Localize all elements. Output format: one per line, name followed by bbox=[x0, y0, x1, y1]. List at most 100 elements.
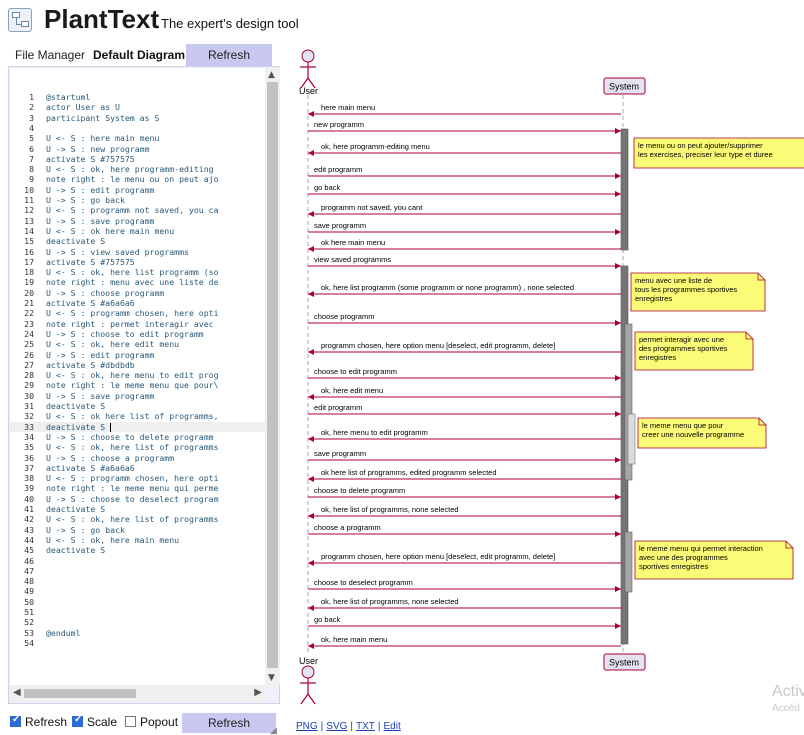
code-line[interactable]: 44 U <- S : ok, here main menu bbox=[10, 535, 265, 545]
line-number: 35 bbox=[24, 442, 34, 453]
scale-checkbox[interactable] bbox=[72, 714, 83, 727]
code-text: activate S #dbdbdb bbox=[46, 359, 135, 370]
code-line[interactable]: 9 note right : le menu ou on peut ajo bbox=[10, 174, 265, 184]
code-line[interactable]: 16 U -> S : view saved programms bbox=[10, 247, 265, 257]
line-number: 4 bbox=[29, 122, 34, 133]
tab-file-manager[interactable]: File Manager bbox=[8, 44, 92, 66]
code-line[interactable]: 15 deactivate S bbox=[10, 236, 265, 246]
arrowhead-icon bbox=[308, 291, 314, 297]
code-line[interactable]: 11 U -> S : go back bbox=[10, 195, 265, 205]
tab-default-diagram[interactable]: Default Diagram bbox=[92, 44, 186, 66]
code-line[interactable]: 40 U -> S : choose to deselect program bbox=[10, 494, 265, 504]
code-line[interactable]: 29 note right : le meme menu que pour\ bbox=[10, 380, 265, 390]
code-line[interactable]: 46 bbox=[10, 556, 265, 566]
code-line[interactable]: 13 U -> S : save programm bbox=[10, 216, 265, 226]
code-line[interactable]: 1 @startuml bbox=[10, 92, 265, 102]
scroll-right-icon[interactable]: ▶ bbox=[254, 687, 262, 698]
code-line[interactable]: 54 bbox=[10, 638, 265, 648]
code-line[interactable]: 43 U -> S : go back bbox=[10, 525, 265, 535]
code-line[interactable]: 5 U <- S : here main menu bbox=[10, 133, 265, 143]
code-line[interactable]: 26 U -> S : edit programm bbox=[10, 350, 265, 360]
code-line[interactable]: 3 participant System as S bbox=[10, 113, 265, 123]
code-line[interactable]: 42 U <- S : ok, here list of programms bbox=[10, 514, 265, 524]
code-line[interactable]: 30 U -> S : save programm bbox=[10, 391, 265, 401]
code-line[interactable]: 35 U <- S : ok, here list of programms bbox=[10, 442, 265, 452]
code-line[interactable]: 23 note right : permet interagir avec bbox=[10, 319, 265, 329]
code-line[interactable]: 24 U -> S : choose to edit programm bbox=[10, 329, 265, 339]
export-png-link[interactable]: PNG bbox=[296, 721, 318, 732]
code-text: U -> S : choose to edit programm bbox=[46, 328, 204, 339]
code-line[interactable]: 10 U -> S : edit programm bbox=[10, 185, 265, 195]
code-text: U -> S : new programm bbox=[46, 143, 150, 154]
line-number: 20 bbox=[24, 287, 34, 298]
code-line[interactable]: 37 activate S #a6a6a6 bbox=[10, 463, 265, 473]
edit-link[interactable]: Edit bbox=[384, 721, 401, 732]
code-line[interactable]: 27 activate S #dbdbdb bbox=[10, 360, 265, 370]
code-line[interactable]: 52 bbox=[10, 617, 265, 627]
refresh-button[interactable]: Refresh bbox=[182, 713, 276, 733]
code-line[interactable]: 31 deactivate S bbox=[10, 401, 265, 411]
export-svg-link[interactable]: SVG bbox=[326, 721, 347, 732]
arrowhead-icon bbox=[615, 191, 621, 197]
code-line[interactable]: 2 actor User as U bbox=[10, 102, 265, 112]
tab-refresh-button[interactable]: Refresh bbox=[186, 44, 272, 66]
diagram-preview: User User System System here main menu new pr… bbox=[292, 42, 804, 712]
code-line[interactable]: 19 note right : menu avec une liste de bbox=[10, 277, 265, 287]
line-number: 48 bbox=[24, 576, 34, 587]
code-text: U -> S : view saved programms bbox=[46, 246, 189, 257]
scroll-up-icon[interactable]: ▲ bbox=[268, 70, 275, 80]
code-line[interactable]: 48 bbox=[10, 576, 265, 586]
code-line[interactable]: 17 activate S #757575 bbox=[10, 257, 265, 267]
refresh-checkbox[interactable] bbox=[10, 714, 21, 727]
code-line[interactable]: 25 U <- S : ok, here edit menu bbox=[10, 339, 265, 349]
code-line[interactable]: 8 U <- S : ok, here programm-editing bbox=[10, 164, 265, 174]
code-line[interactable]: 21 activate S #a6a6a6 bbox=[10, 298, 265, 308]
code-line[interactable]: 14 U <- S : ok here main menu bbox=[10, 226, 265, 236]
actor-head-icon bbox=[301, 665, 315, 679]
code-line[interactable]: 50 bbox=[10, 597, 265, 607]
arrowhead-icon bbox=[615, 494, 621, 500]
arrowhead-icon bbox=[615, 457, 621, 463]
editor-vertical-scrollbar[interactable]: ▲ ▼ bbox=[265, 68, 280, 685]
arrowhead-icon bbox=[615, 128, 621, 134]
code-line[interactable]: 28 U <- S : ok, here menu to edit prog bbox=[10, 370, 265, 380]
code-line[interactable]: 41 deactivate S bbox=[10, 504, 265, 514]
arrowhead-icon bbox=[615, 411, 621, 417]
code-line[interactable]: 33 deactivate S bbox=[10, 421, 265, 432]
code-line[interactable]: 6 U -> S : new programm bbox=[10, 144, 265, 154]
code-text: U <- S : here main menu bbox=[46, 133, 160, 144]
scrollbar-thumb[interactable] bbox=[267, 82, 278, 668]
code-line[interactable]: 22 U <- S : programm chosen, here opti bbox=[10, 308, 265, 318]
code-line[interactable]: 45 deactivate S bbox=[10, 545, 265, 555]
code-line[interactable]: 49 bbox=[10, 586, 265, 596]
code-line[interactable]: 32 U <- S : ok here list of programms, bbox=[10, 411, 265, 421]
resize-grip-icon[interactable]: ◢ bbox=[270, 725, 277, 735]
app-tagline: The expert's design tool bbox=[161, 16, 299, 31]
code-line[interactable]: 12 U <- S : programm not saved, you ca bbox=[10, 205, 265, 215]
code-line[interactable]: 51 bbox=[10, 607, 265, 617]
scroll-left-icon[interactable]: ◀ bbox=[13, 687, 21, 698]
line-number: 51 bbox=[24, 607, 34, 617]
scrollbar-thumb[interactable] bbox=[24, 689, 136, 698]
code-line[interactable]: 38 U <- S : programm chosen, here opti bbox=[10, 473, 265, 483]
code-text: participant System as S bbox=[46, 112, 160, 123]
popout-checkbox[interactable] bbox=[125, 716, 136, 727]
arrowhead-icon bbox=[615, 263, 621, 269]
code-line[interactable]: 39 note right : le meme menu qui perme bbox=[10, 483, 265, 493]
code-line[interactable]: 47 bbox=[10, 566, 265, 576]
code-editor[interactable]: 1 @startuml 2 actor User as U 3 participant S… bbox=[10, 68, 265, 685]
code-line[interactable]: 4 bbox=[10, 123, 265, 133]
code-line[interactable]: 20 U -> S : choose programm bbox=[10, 288, 265, 298]
line-number: 45 bbox=[24, 545, 34, 556]
editor-horizontal-scrollbar[interactable]: ◀ ▶ bbox=[10, 685, 265, 703]
export-txt-link[interactable]: TXT bbox=[356, 721, 375, 732]
line-number: 49 bbox=[24, 586, 34, 597]
code-line[interactable]: 34 U -> S : choose to delete programm bbox=[10, 432, 265, 442]
scroll-down-icon[interactable]: ▼ bbox=[268, 673, 275, 683]
code-line[interactable]: 18 U <- S : ok, here list programm (so bbox=[10, 267, 265, 277]
code-line[interactable]: 7 activate S #757575 bbox=[10, 154, 265, 164]
code-line[interactable]: 53 @enduml bbox=[10, 628, 265, 638]
line-number: 40 bbox=[24, 493, 34, 504]
code-text: U <- S : programm not saved, you ca bbox=[46, 205, 219, 216]
code-line[interactable]: 36 U -> S : choose a programm bbox=[10, 453, 265, 463]
